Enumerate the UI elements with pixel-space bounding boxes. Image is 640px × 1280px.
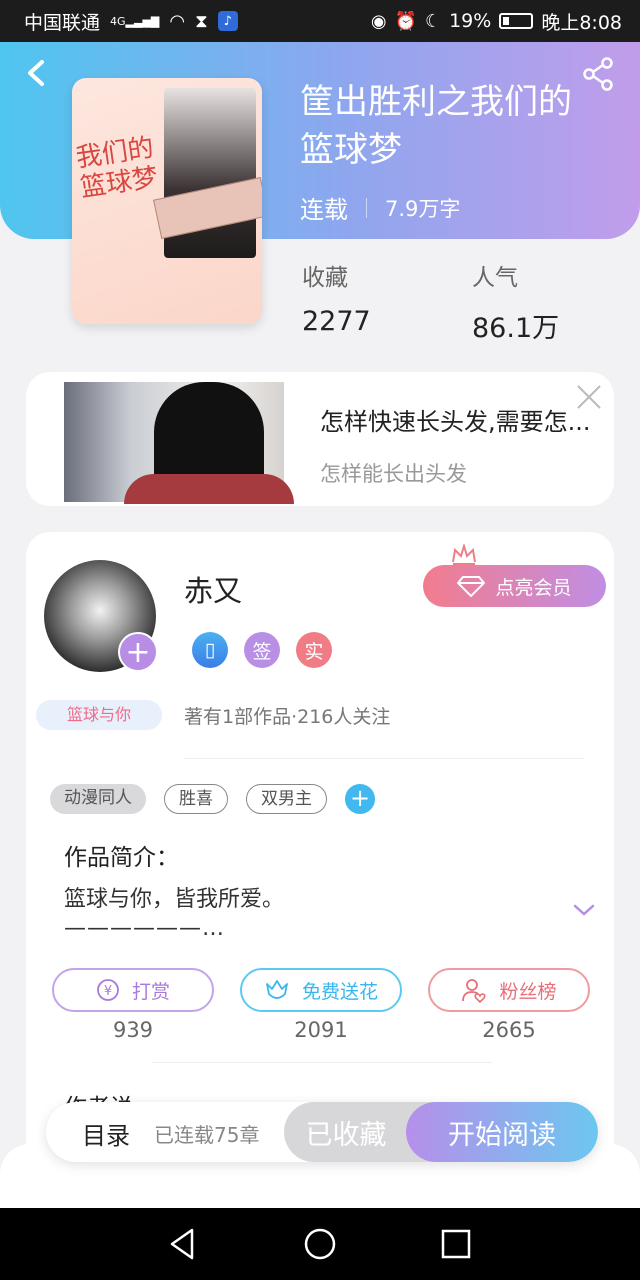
action-counts: 939 2091 2665 (52, 1018, 590, 1042)
send-flower-button[interactable]: 免费送花 (240, 968, 402, 1012)
vip-button[interactable]: 点亮会员 (423, 565, 606, 607)
cover-title: 我们的篮球梦 (74, 133, 160, 204)
music-app-icon: ♪ (217, 11, 238, 31)
popularity-value: 86.1万 (472, 313, 560, 344)
author-name[interactable]: 赤又 (184, 568, 242, 610)
verified-badge: 实 (296, 632, 332, 668)
author-stats: 著有1部作品·216人关注 (184, 706, 391, 728)
close-icon (577, 385, 601, 409)
system-navigation-bar (0, 1208, 640, 1280)
tag-item[interactable]: 动漫同人 (50, 784, 146, 814)
moon-icon: ☾ (424, 10, 442, 32)
flower-count: 2091 (294, 1018, 348, 1042)
action-buttons: ¥ 打赏 免费送花 粉丝榜 (52, 968, 590, 1012)
word-count: 7.9万字 (385, 196, 461, 221)
popularity-label: 人气 (472, 265, 518, 291)
divider (184, 758, 584, 759)
chapter-count: 已连载75章 (154, 1123, 260, 1147)
fans-label: 粉丝榜 (499, 980, 557, 1003)
author-book-tag: 篮球与你 (36, 700, 162, 730)
crown-icon (452, 544, 476, 565)
nav-home-icon[interactable] (302, 1226, 338, 1262)
back-button[interactable] (22, 56, 52, 90)
svg-text:¥: ¥ (104, 984, 112, 999)
ad-close-button[interactable] (574, 382, 604, 412)
tip-button[interactable]: ¥ 打赏 (52, 968, 214, 1012)
tip-count: 939 (112, 1018, 154, 1042)
book-title: 筐出胜利之我们的篮球梦 (300, 82, 572, 170)
favorites-value: 2277 (302, 306, 371, 337)
tag-list: 动漫同人 胜喜 双男主 + (50, 784, 375, 814)
expand-button[interactable] (572, 900, 596, 920)
fans-ranking-button[interactable]: 粉丝榜 (428, 968, 590, 1012)
start-reading-button[interactable]: 开始阅读 (406, 1102, 598, 1162)
start-reading-label: 开始阅读 (448, 1119, 556, 1151)
intro-heading: 作品简介： (64, 845, 179, 871)
nav-back-icon[interactable] (164, 1226, 200, 1262)
tip-label: 打赏 (131, 980, 170, 1003)
battery-icon (499, 13, 534, 29)
signal-icon: 4G▂▃▅▇ (110, 14, 160, 28)
meta-divider (366, 197, 367, 218)
yen-icon: ¥ (97, 979, 119, 1001)
bottom-action-bar: 目录 已连载75章 已收藏 开始阅读 (46, 1102, 598, 1162)
book-cover[interactable]: 我们的篮球梦 (72, 78, 262, 324)
diamond-icon (457, 576, 486, 597)
ad-subtitle: 怎样能长出头发 (320, 462, 467, 486)
add-tag-button[interactable]: + (345, 784, 375, 814)
book-meta: 连载 7.9万字 (300, 190, 460, 225)
ad-card[interactable]: 怎样快速长头发,需要怎... 怎样能长出头发 (26, 372, 614, 506)
author-badges: ▯ 签 实 (192, 632, 332, 668)
battery-percent: 19% (449, 10, 492, 32)
vip-label: 点亮会员 (495, 576, 572, 599)
intro-text-more: ——————… (64, 916, 225, 941)
favorited-label: 已收藏 (305, 1119, 387, 1151)
favorites-stat: 收藏 2277 (302, 258, 371, 337)
signed-badge: 签 (244, 632, 280, 668)
ad-image (64, 382, 294, 504)
eye-icon: ◉ (370, 10, 387, 32)
wifi-icon: ◠ (169, 10, 186, 32)
flower-icon (266, 980, 288, 999)
status-bar: 中国联通 4G▂▃▅▇ ◠ ⧗ ♪ ◉ ⏰ ☾ 19% 晚上8:08 (0, 0, 640, 42)
nav-recents-icon[interactable] (438, 1226, 474, 1262)
back-arrow-icon (28, 60, 44, 86)
clock-text: 晚上8:08 (541, 11, 622, 34)
divider (152, 1062, 492, 1063)
ad-title: 怎样快速长头发,需要怎... (320, 408, 591, 436)
tag-item[interactable]: 双男主 (246, 784, 327, 814)
follow-plus-button[interactable]: + (118, 632, 158, 672)
fans-count: 2665 (482, 1018, 536, 1042)
popularity-stat: 人气 86.1万 (472, 258, 559, 345)
ad-image-shoulder (124, 474, 294, 504)
user-heart-icon (462, 979, 487, 1003)
favorites-label: 收藏 (302, 265, 348, 291)
toc-button[interactable]: 目录 (82, 1116, 130, 1151)
phone-badge-icon: ▯ (192, 632, 228, 668)
hourglass-icon: ⧗ (195, 10, 208, 32)
tag-item[interactable]: 胜喜 (164, 784, 228, 814)
serial-status: 连载 (300, 196, 348, 224)
intro-text: 篮球与你，皆我所爱。 (64, 887, 285, 912)
chevron-down-icon (573, 904, 595, 916)
carrier-text: 中国联通 (24, 11, 101, 34)
flower-label: 免费送花 (301, 980, 378, 1003)
alarm-icon: ⏰ (394, 10, 417, 32)
